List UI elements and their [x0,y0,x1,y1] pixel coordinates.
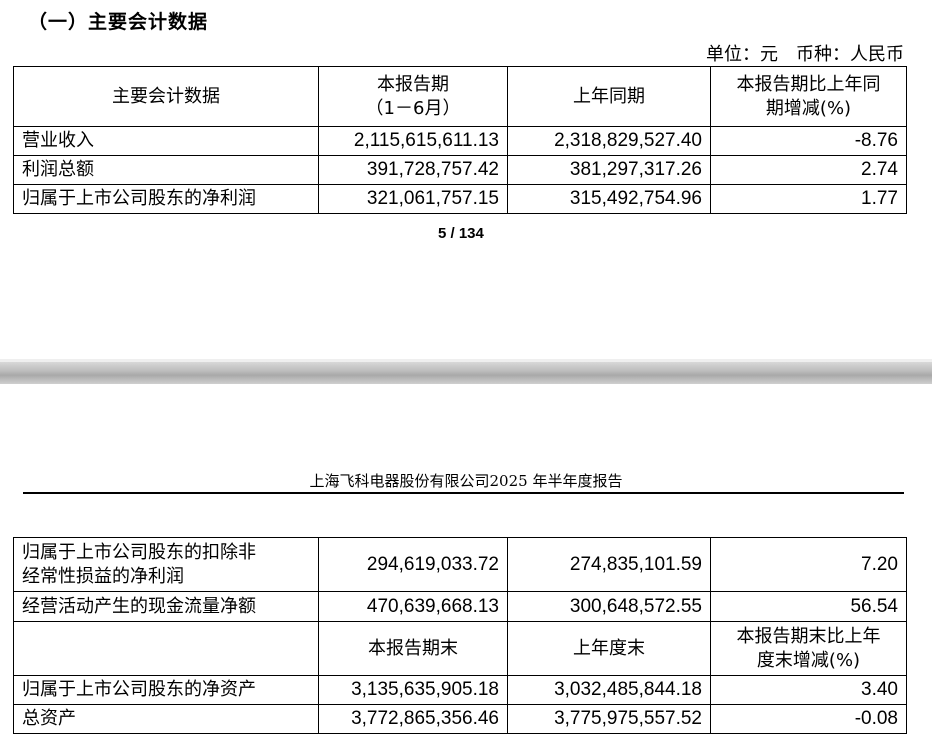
row-change: 2.74 [710,155,907,185]
header-rule [23,492,904,494]
unit-currency-note: 单位：元 币种：人民币 [706,44,904,65]
header-current-period-line2: （1－6月） [365,97,461,119]
row-change: 3.40 [710,675,907,705]
table-row: 经营活动产生的现金流量净额 470,639,668.13 300,648,572… [13,591,907,622]
row-current: 470,639,668.13 [318,591,508,622]
row-current: 321,061,757.15 [318,184,508,214]
table-row: 利润总额 391,728,757.42 381,297,317.26 2.74 [13,155,907,185]
row-prior: 300,648,572.55 [507,591,711,622]
row-current: 391,728,757.42 [318,155,508,185]
row-prior: 274,835,101.59 [507,537,711,592]
subheader-change-line2: 度末增减(%) [756,649,861,671]
row-change: 1.77 [710,184,907,214]
key-accounting-data-table-continued: 归属于上市公司股东的扣除非 经常性损益的净利润 294,619,033.72 2… [13,537,907,734]
subheader-change: 本报告期末比上年 度末增减(%) [710,621,907,676]
row-label: 利润总额 [13,155,319,185]
table-row: 归属于上市公司股东的净利润 321,061,757.15 315,492,754… [13,184,907,214]
section-title: （一）主要会计数据 [28,11,209,33]
header-prior-period: 上年同期 [507,66,711,127]
header-change: 本报告期比上年同 期增减(%) [710,66,907,127]
subheader-change-line1: 本报告期末比上年 [736,625,881,647]
row-current: 3,135,635,905.18 [318,675,508,705]
header-item: 主要会计数据 [13,66,319,127]
row-prior: 315,492,754.96 [507,184,711,214]
row-current: 294,619,033.72 [318,537,508,592]
header-change-line1: 本报告期比上年同 [736,73,881,95]
header-current-period: 本报告期 （1－6月） [318,66,508,127]
row-change: -0.08 [710,704,907,734]
header-change-line2: 期增减(%) [765,97,852,119]
row-label: 营业收入 [13,126,319,156]
row-label: 归属于上市公司股东的扣除非 经常性损益的净利润 [13,537,319,592]
table-row: 营业收入 2,115,615,611.13 2,318,829,527.40 -… [13,126,907,156]
subheader-blank [13,621,319,676]
row-label: 归属于上市公司股东的净资产 [13,675,319,705]
report-running-header: 上海飞科电器股份有限公司2025 年半年度报告 [309,472,623,490]
row-change: -8.76 [710,126,907,156]
row-label: 总资产 [13,704,319,734]
key-accounting-data-table: 主要会计数据 本报告期 （1－6月） 上年同期 本报告期比上年同 期增减(%) … [13,66,907,214]
row-label: 经营活动产生的现金流量净额 [13,591,319,622]
table-row: 归属于上市公司股东的净资产 3,135,635,905.18 3,032,485… [13,675,907,705]
page-break-divider [0,362,932,384]
table-row: 归属于上市公司股东的扣除非 经常性损益的净利润 294,619,033.72 2… [13,537,907,592]
row-current: 3,772,865,356.46 [318,704,508,734]
table-row: 总资产 3,772,865,356.46 3,775,975,557.52 -0… [13,704,907,734]
header-current-period-line1: 本报告期 [377,73,449,95]
row-label-line2: 经常性损益的净利润 [22,565,184,587]
row-label: 归属于上市公司股东的净利润 [13,184,319,214]
row-change: 7.20 [710,537,907,592]
row-change: 56.54 [710,591,907,622]
subheader-prior-year-end: 上年度末 [507,621,711,676]
row-prior: 381,297,317.26 [507,155,711,185]
row-label-line1: 归属于上市公司股东的扣除非 [22,541,256,563]
subheader-period-end: 本报告期末 [318,621,508,676]
page-number-text: 5 / 134 [438,225,484,242]
row-prior: 3,032,485,844.18 [507,675,711,705]
row-current: 2,115,615,611.13 [318,126,508,156]
row-prior: 3,775,975,557.52 [507,704,711,734]
row-prior: 2,318,829,527.40 [507,126,711,156]
